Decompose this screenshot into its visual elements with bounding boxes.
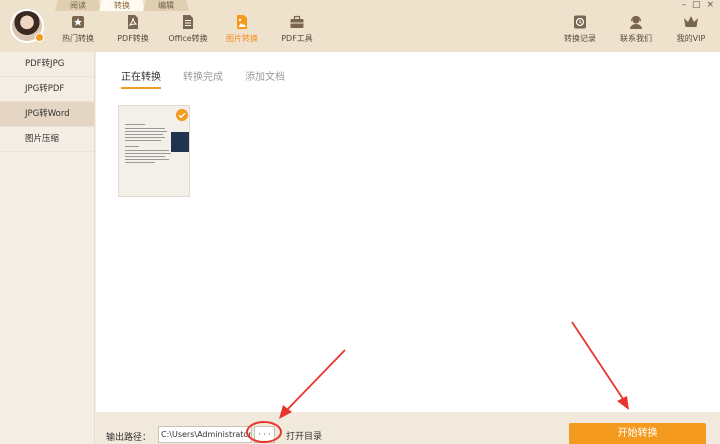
nav-office-convert[interactable]: Office转换 (164, 14, 212, 50)
mode-tabs: 阅读 转换 编辑 (55, 0, 189, 12)
nav-contact[interactable]: 联系我们 (612, 14, 660, 50)
tab-add-document[interactable]: 添加文档 (245, 68, 285, 89)
maximize-button[interactable]: □ (692, 0, 701, 10)
subtabs: 正在转换 转换完成 添加文档 (121, 68, 307, 89)
pdf-icon (128, 15, 138, 29)
nav-label: 我的VIP (676, 34, 706, 43)
sidebar-item-image-compress[interactable]: 图片压缩 (0, 127, 94, 152)
output-path-field[interactable]: C:\Users\Administrator (158, 426, 252, 443)
nav-hot-convert[interactable]: 热门转换 (54, 14, 102, 50)
tab-completed[interactable]: 转换完成 (183, 68, 223, 89)
star-icon (72, 16, 84, 28)
nav-label: 图片转换 (226, 34, 258, 43)
nav-label: PDF转换 (117, 34, 149, 43)
output-path-label: 输出路径： (106, 433, 152, 443)
nav-label: 转换记录 (564, 34, 596, 43)
avatar-badge (35, 33, 44, 42)
open-directory-link[interactable]: 打开目录 (286, 429, 322, 442)
top-bar: 阅读 转换 编辑 – □ × 热门转换 PDF转换 Office转换 图片转换 … (0, 0, 720, 52)
check-icon[interactable] (176, 109, 188, 121)
tab-convert[interactable]: 转换 (99, 0, 145, 11)
image-icon (237, 15, 247, 29)
nav-image-convert[interactable]: 图片转换 (218, 14, 266, 50)
nav-history[interactable]: 转换记录 (556, 14, 604, 50)
toolbox-icon (290, 15, 304, 28)
nav-label: 热门转换 (62, 34, 94, 43)
tab-edit[interactable]: 编辑 (143, 0, 189, 11)
nav-label: Office转换 (168, 34, 208, 43)
tab-converting[interactable]: 正在转换 (121, 68, 161, 89)
headset-icon (630, 15, 642, 29)
sidebar-item-jpg-to-pdf[interactable]: JPG转PDF (0, 77, 94, 102)
nav-vip[interactable]: 我的VIP (667, 14, 715, 50)
crown-icon (684, 16, 698, 27)
nav-pdf-convert[interactable]: PDF转换 (109, 14, 157, 50)
tab-read[interactable]: 阅读 (55, 0, 101, 11)
start-convert-button[interactable]: 开始转换 (569, 423, 706, 444)
thumbnail-image (171, 132, 189, 152)
clock-icon (574, 15, 586, 29)
window-controls: – □ × (681, 0, 714, 10)
browse-button[interactable]: · · · (254, 426, 275, 443)
nav-label: PDF工具 (281, 34, 313, 43)
nav-pdf-tools[interactable]: PDF工具 (273, 14, 321, 50)
sidebar-item-pdf-to-jpg[interactable]: PDF转JPG (0, 52, 94, 77)
minimize-button[interactable]: – (681, 0, 686, 10)
sidebar-item-jpg-to-word[interactable]: JPG转Word (0, 102, 94, 127)
nav-label: 联系我们 (620, 34, 652, 43)
bottom-bar: 输出路径： C:\Users\Administrator · · · 打开目录 … (96, 412, 720, 444)
main-panel: 正在转换 转换完成 添加文档 (96, 52, 720, 412)
close-button[interactable]: × (706, 0, 714, 10)
sidebar: PDF转JPG JPG转PDF JPG转Word 图片压缩 (0, 52, 95, 444)
file-thumbnail[interactable] (118, 105, 190, 197)
document-icon (183, 15, 193, 29)
